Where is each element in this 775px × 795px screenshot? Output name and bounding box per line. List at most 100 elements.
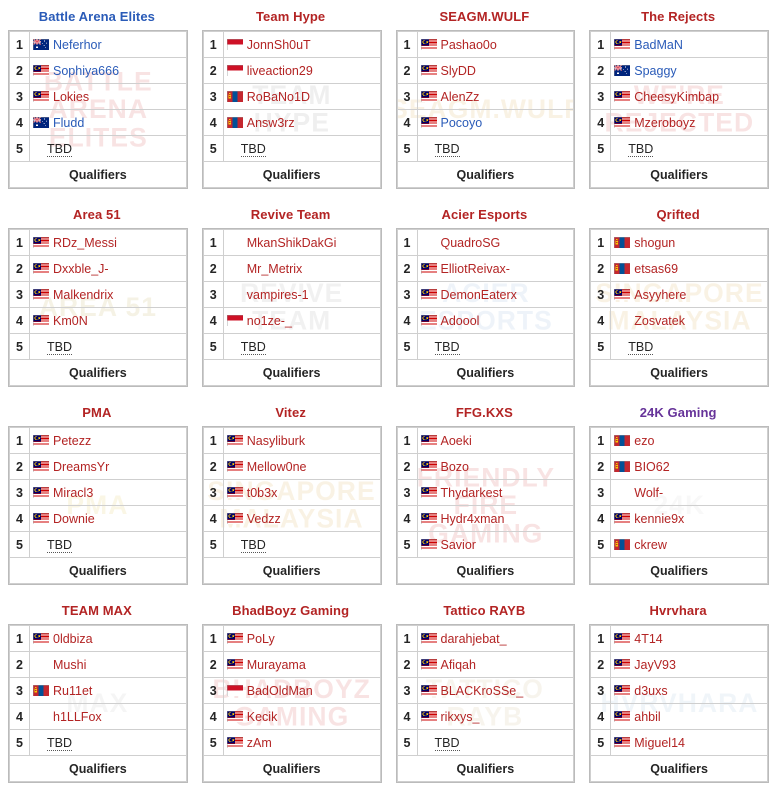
table-row: 5 TBD — [396, 729, 575, 756]
player-name-link[interactable]: DemonEaterx — [441, 288, 517, 302]
player-name-link[interactable]: AlenZz — [441, 90, 480, 104]
player-index: 2 — [9, 453, 30, 480]
player-index: 2 — [202, 651, 224, 678]
player-name-link[interactable]: Murayama — [247, 658, 306, 672]
team-name-link[interactable]: Hvrvhara — [581, 594, 775, 624]
player-name-link[interactable]: Pashao0o — [441, 38, 497, 52]
team-name-link[interactable]: Team Hype — [194, 0, 388, 30]
player-name-link[interactable]: Km0N — [53, 314, 88, 328]
table-row: 4 h1LLFox — [9, 703, 187, 730]
player-index: 4 — [396, 703, 418, 730]
player-name-link[interactable]: zAm — [247, 736, 272, 750]
team-name-link[interactable]: SEAGM.WULF — [388, 0, 582, 30]
player-name-link[interactable]: Hydr4xman — [441, 512, 505, 526]
table-row: 5 TBD — [9, 531, 187, 558]
player-name-link[interactable]: PoLy — [247, 632, 275, 646]
player-name-link[interactable]: d3uxs — [634, 684, 667, 698]
player-name-link[interactable]: Downie — [53, 512, 95, 526]
player-name-link[interactable]: 4T14 — [634, 632, 663, 646]
player-cell: Asyyhere — [610, 281, 768, 308]
player-name-link[interactable]: vampires-1 — [247, 288, 309, 302]
player-name-link[interactable]: QuadroSG — [441, 236, 501, 250]
player-name-link[interactable]: etsas69 — [634, 262, 678, 276]
player-name-link[interactable]: Dxxble_J- — [53, 262, 109, 276]
player-name-link[interactable]: Fludd — [53, 116, 84, 130]
player-name-link[interactable]: Nasyliburk — [247, 434, 305, 448]
team-name-link[interactable]: Battle Arena Elites — [0, 0, 194, 30]
player-name-link[interactable]: BIO62 — [634, 460, 669, 474]
player-name-link[interactable]: Ru11et — [53, 684, 92, 698]
team-name-link[interactable]: 24K Gaming — [581, 396, 775, 426]
player-name-link[interactable]: Savior — [441, 538, 476, 552]
player-name-link[interactable]: Vedzz — [247, 512, 281, 526]
player-name-link[interactable]: no1ze-_ — [247, 314, 292, 328]
player-name-link[interactable]: Zosvatek — [634, 314, 685, 328]
team-name-link[interactable]: Tattico RAYB — [388, 594, 582, 624]
player-name-link[interactable]: Aoeki — [441, 434, 472, 448]
player-cell: liveaction29 — [222, 57, 381, 84]
player-name-link[interactable]: BadMaN — [634, 38, 683, 52]
player-name-link[interactable]: ckrew — [634, 538, 667, 552]
qualifier-row: Qualifiers — [202, 161, 381, 188]
player-name-link[interactable]: Miguel14 — [634, 736, 685, 750]
team-name-link[interactable]: Qrifted — [581, 198, 775, 228]
player-name-link[interactable]: JayV93 — [634, 658, 676, 672]
player-name-link[interactable]: Afiqah — [441, 658, 476, 672]
team-name-link[interactable]: PMA — [0, 396, 194, 426]
player-name-link[interactable]: Petezz — [53, 434, 91, 448]
team-name-link[interactable]: Area 51 — [0, 198, 194, 228]
team-name-link[interactable]: Revive Team — [194, 198, 388, 228]
player-name-link[interactable]: BLACKroSSe_ — [441, 684, 524, 698]
player-name-link[interactable]: ahbil — [634, 710, 660, 724]
team-name-link[interactable]: Vitez — [194, 396, 388, 426]
player-name-link[interactable]: t0b3x — [247, 486, 278, 500]
team-name-link[interactable]: BhadBoyz Gaming — [194, 594, 388, 624]
player-name-link[interactable]: Neferhor — [53, 38, 102, 52]
player-name-link[interactable]: Mellow0ne — [247, 460, 307, 474]
player-name-link[interactable]: liveaction29 — [247, 64, 313, 78]
player-name-link[interactable]: Mr_Metrix — [247, 262, 303, 276]
team-name-link[interactable]: The Rejects — [581, 0, 775, 30]
player-name-link[interactable]: RDz_Messi — [53, 236, 117, 250]
team-roster-table-wrapper: BATTLE ARENA ELITES 1 Neferhor 2 Sophiya666 3… — [8, 30, 188, 189]
player-name-link[interactable]: Adoool — [441, 314, 480, 328]
table-row: 3 Thydarkest — [396, 479, 575, 506]
player-name-link[interactable]: Sophiya666 — [53, 64, 119, 78]
flag-australia-icon — [33, 116, 53, 130]
player-name-link[interactable]: Mzeroboyz — [634, 116, 695, 130]
player-name-link[interactable]: Spaggy — [634, 64, 676, 78]
player-name-link[interactable]: Mushi — [53, 658, 86, 672]
player-name-link[interactable]: Miracl3 — [53, 486, 93, 500]
player-name-link[interactable]: Asyyhere — [634, 288, 686, 302]
player-name-link[interactable]: Thydarkest — [441, 486, 503, 500]
player-name-link[interactable]: SlyDD — [441, 64, 476, 78]
player-name-link[interactable]: MkanShikDakGi — [247, 236, 337, 250]
player-name-link[interactable]: Answ3rz — [247, 116, 295, 130]
player-name-link[interactable]: kennie9x — [634, 512, 684, 526]
player-name-link[interactable]: darahjebat_ — [441, 632, 507, 646]
table-row: 2 ElliotReivax- — [396, 255, 575, 282]
player-name-link[interactable]: rikxys_ — [441, 710, 480, 724]
player-name-link[interactable]: Bozo — [441, 460, 470, 474]
player-name-link[interactable]: h1LLFox — [53, 710, 102, 724]
player-name-link[interactable]: ElliotReivax- — [441, 262, 510, 276]
team-name-link[interactable]: TEAM MAX — [0, 594, 194, 624]
player-name-link[interactable]: RoBaNo1D — [247, 90, 310, 104]
player-name-link[interactable]: shogun — [634, 236, 675, 250]
player-name-link[interactable]: JonnSh0uT — [247, 38, 311, 52]
roster-table: 1 JonnSh0uT 2 liveaction29 3 RoBaNo1D 4 Answ3rz… — [202, 31, 381, 188]
player-name-link[interactable]: Pocoyo — [441, 116, 483, 130]
player-name-link[interactable]: ezo — [634, 434, 654, 448]
player-name-link[interactable]: 0ldbiza — [53, 632, 93, 646]
player-name-link[interactable]: CheesyKimbap — [634, 90, 719, 104]
player-name-link[interactable]: Wolf- — [634, 486, 663, 500]
player-name-link[interactable]: DreamsYr — [53, 460, 109, 474]
qualification-status: Qualifiers — [396, 557, 575, 584]
player-name-link[interactable]: BadOldMan — [247, 684, 313, 698]
qualifier-row: Qualifiers — [202, 755, 381, 782]
player-name-link[interactable]: Kecik — [247, 710, 278, 724]
team-name-link[interactable]: FFG.KXS — [388, 396, 582, 426]
player-name-link[interactable]: Malkendrix — [53, 288, 113, 302]
team-name-link[interactable]: Acier Esports — [388, 198, 582, 228]
player-name-link[interactable]: Lokies — [53, 90, 89, 104]
